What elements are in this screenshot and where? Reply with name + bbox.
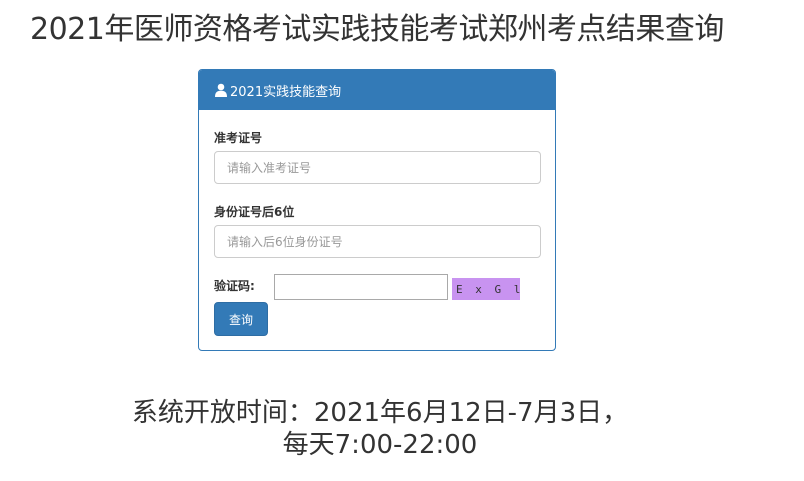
page-title: 2021年医师资格考试实践技能考试郑州考点结果查询: [30, 12, 724, 47]
id-last6-input[interactable]: [214, 225, 541, 258]
captcha-label: 验证码:: [214, 279, 255, 293]
ticket-number-input[interactable]: [214, 151, 541, 184]
captcha-input[interactable]: [274, 274, 448, 300]
ticket-number-label: 准考证号: [214, 131, 263, 145]
panel-heading-title: 2021实践技能查询: [230, 84, 342, 100]
query-button[interactable]: 查询: [214, 302, 268, 336]
captcha-image[interactable]: E x G l: [452, 278, 520, 300]
open-time-line2: 每天7:00-22:00: [282, 430, 478, 460]
query-panel: 2021实践技能查询 准考证号 身份证号后6位 验证码: E x G l 查询: [198, 69, 556, 351]
user-icon: [214, 83, 228, 97]
id-last6-label: 身份证号后6位: [214, 205, 295, 219]
panel-heading: 2021实践技能查询: [199, 70, 555, 110]
